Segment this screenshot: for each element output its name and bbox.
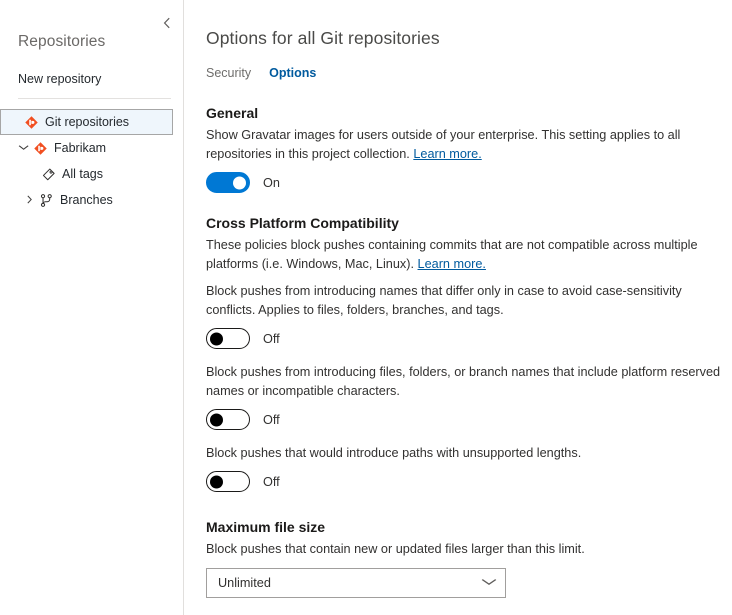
section-heading-cross-platform: Cross Platform Compatibility [206,215,732,231]
gravatar-toggle[interactable] [206,172,250,193]
toggle-knob [233,176,246,189]
path-length-toggle[interactable] [206,471,250,492]
git-repository-icon [30,139,50,157]
tab-options[interactable]: Options [269,66,316,83]
max-file-size-description: Block pushes that contain new or updated… [206,540,730,559]
git-repository-icon [21,113,41,131]
toggle-knob [210,332,223,345]
page-title: Options for all Git repositories [206,28,732,49]
sidebar: Repositories New repository Git reposito… [0,0,184,615]
section-heading-general: General [206,105,732,121]
repository-tree: Git repositories Fabrikam [0,109,183,213]
sidebar-item-label: All tags [62,167,103,181]
sidebar-title: Repositories [0,0,183,51]
app-root: Repositories New repository Git reposito… [0,0,732,615]
chevron-down-icon[interactable] [14,144,32,153]
toggle-knob [210,413,223,426]
path-length-toggle-row: Off [206,471,732,492]
toggle-knob [210,475,223,488]
new-repository-link[interactable]: New repository [0,51,183,86]
branch-icon [36,191,56,209]
sidebar-collapse-chevron-left-icon[interactable] [159,17,175,33]
sidebar-item-label: Fabrikam [54,141,106,155]
main-content: Options for all Git repositories Securit… [184,0,732,615]
case-sensitivity-toggle-state: Off [263,332,280,346]
sidebar-item-label: Branches [60,193,113,207]
general-description: Show Gravatar images for users outside o… [206,126,730,164]
max-file-size-value: Unlimited [218,576,271,590]
cross-platform-description: These policies block pushes containing c… [206,236,732,274]
tag-icon [38,165,58,183]
policy-description-path-length: Block pushes that would introduce paths … [206,444,730,463]
reserved-names-toggle-row: Off [206,409,732,430]
sidebar-item-branches[interactable]: Branches [0,187,183,213]
general-learn-more-link[interactable]: Learn more. [413,147,481,161]
sidebar-item-label: Git repositories [45,115,129,129]
case-sensitivity-toggle-row: Off [206,328,732,349]
reserved-names-toggle[interactable] [206,409,250,430]
sidebar-item-all-tags[interactable]: All tags [0,161,183,187]
reserved-names-toggle-state: Off [263,413,280,427]
gravatar-toggle-state: On [263,176,280,190]
policy-description-reserved-names: Block pushes from introducing files, fol… [206,363,730,401]
cross-platform-learn-more-link[interactable]: Learn more. [418,257,486,271]
path-length-toggle-state: Off [263,475,280,489]
max-file-size-dropdown[interactable]: Unlimited [206,568,506,598]
chevron-down-icon[interactable] [481,578,497,589]
policy-description-case-sensitivity: Block pushes from introducing names that… [206,282,732,320]
gravatar-toggle-row: On [206,172,732,193]
chevron-right-icon[interactable] [22,195,36,206]
tab-bar: Security Options [206,66,732,83]
case-sensitivity-toggle[interactable] [206,328,250,349]
sidebar-divider [18,98,171,99]
sidebar-item-git-repositories[interactable]: Git repositories [0,109,173,135]
sidebar-item-fabrikam[interactable]: Fabrikam [0,135,183,161]
tab-security[interactable]: Security [206,66,251,83]
section-heading-max-file-size: Maximum file size [206,519,732,535]
